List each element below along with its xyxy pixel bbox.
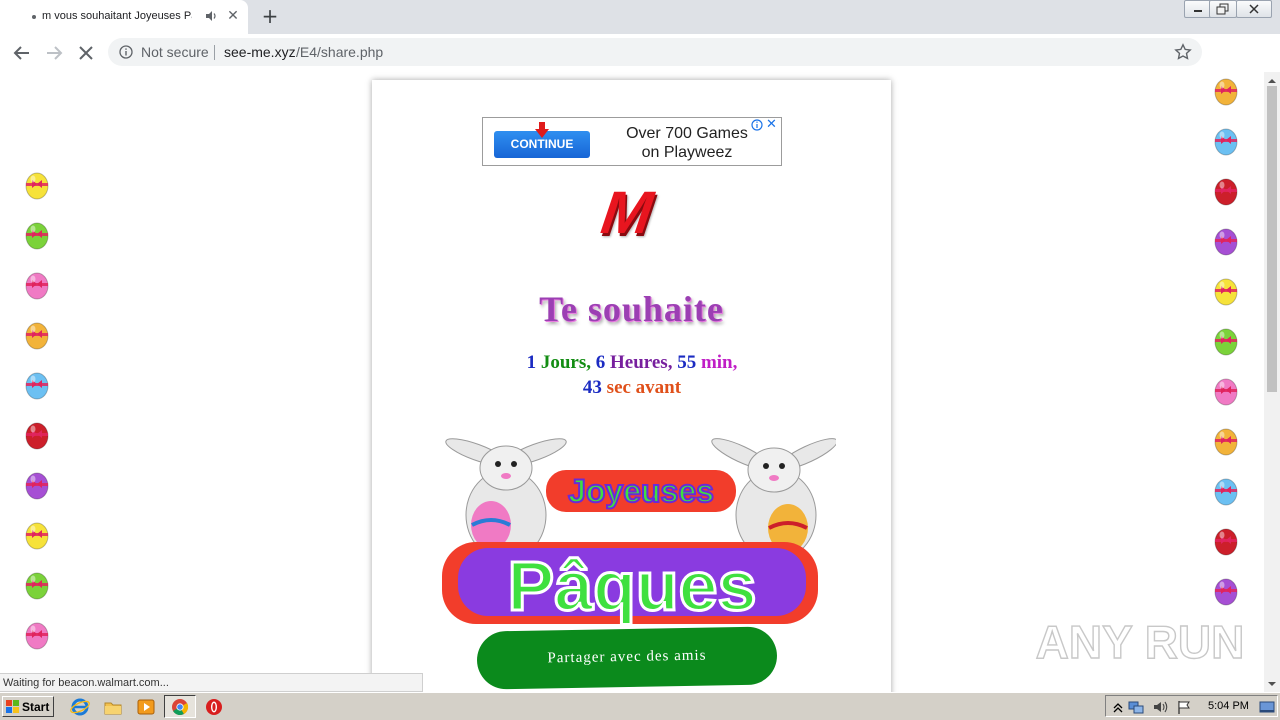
easter-egg-icon: [1214, 428, 1238, 456]
easter-egg-icon: [25, 172, 49, 200]
countdown-seconds-label: sec avant: [606, 377, 682, 398]
countdown-text: 1 Jours, 6 Heures, 55 min, 43 sec avant: [432, 350, 832, 400]
scroll-down-icon[interactable]: [1264, 678, 1280, 690]
windows-taskbar: Start 5:04 PM: [0, 692, 1280, 720]
divider: [214, 45, 215, 60]
easter-egg-icon: [1214, 228, 1238, 256]
easter-egg-icon: [25, 572, 49, 600]
ad-close-icon[interactable]: ✕: [766, 118, 777, 132]
easter-egg-icon: [25, 522, 49, 550]
address-bar[interactable]: Not secure see-me.xyz /E4/share.php: [108, 38, 1202, 66]
countdown-days-value: 1: [526, 352, 537, 373]
countdown-seconds-value: 43: [582, 377, 602, 398]
security-status[interactable]: Not secure: [141, 44, 209, 60]
page-viewport: CONTINUE Over 700 Games on Playweez ✕ M …: [0, 72, 1264, 692]
down-arrow-icon: [535, 122, 549, 138]
banner-joyeuses-text: Joyeuses: [568, 473, 714, 509]
easter-egg-icon: [25, 622, 49, 650]
start-label: Start: [22, 700, 50, 714]
easter-egg-icon: [1214, 528, 1238, 556]
new-tab-button[interactable]: +: [258, 5, 282, 29]
taskbar-clock[interactable]: 5:04 PM: [1208, 698, 1249, 714]
tab-title: m vous souhaitant Joyeuses Pâ: [42, 10, 192, 22]
back-arrow-icon[interactable]: [10, 42, 34, 64]
anyrun-watermark-icon: ANY RUN: [1035, 615, 1245, 668]
opera-icon[interactable]: [204, 697, 224, 717]
easter-egg-icon: [1214, 478, 1238, 506]
easter-egg-icon: [25, 222, 49, 250]
easter-egg-icon: [25, 472, 49, 500]
easter-egg-icon: [25, 272, 49, 300]
easter-egg-icon: [1214, 128, 1238, 156]
tab-close-icon[interactable]: ✕: [224, 7, 242, 25]
countdown-hours-label: Heures,: [610, 352, 673, 373]
wish-heading: Te souhaite: [539, 289, 724, 329]
easter-egg-icon: [25, 372, 49, 400]
sender-initial: M: [597, 179, 657, 246]
stop-loading-icon[interactable]: [74, 42, 98, 64]
show-hidden-icons-icon[interactable]: [1110, 699, 1126, 715]
easter-egg-icon: [1214, 78, 1238, 106]
ad-line-2: on Playweez: [641, 144, 733, 161]
action-center-flag-icon[interactable]: [1176, 699, 1192, 715]
browser-toolbar: Not secure see-me.xyz /E4/share.php: [0, 34, 1280, 96]
scrollbar-thumb[interactable]: [1267, 86, 1277, 392]
loading-indicator-icon: [32, 15, 36, 19]
countdown-days-label: Jours,: [540, 352, 591, 373]
countdown-hours-value: 6: [595, 352, 606, 373]
file-explorer-icon[interactable]: [103, 697, 123, 717]
greeting-card: CONTINUE Over 700 Games on Playweez ✕ M …: [372, 80, 891, 692]
speaker-icon[interactable]: [204, 9, 218, 23]
anyrun-watermark-text: ANY RUN: [1036, 616, 1245, 668]
easter-bunny-banner: Joyeuses Pâques: [442, 438, 836, 627]
window-close-button[interactable]: [1236, 0, 1272, 18]
taskbar-chrome-active[interactable]: [164, 695, 196, 718]
bookmark-star-icon[interactable]: [1174, 43, 1192, 61]
easter-egg-icon: [1214, 178, 1238, 206]
easter-egg-icon: [1214, 378, 1238, 406]
easter-egg-icon: [1214, 278, 1238, 306]
status-bubble: Waiting for beacon.walmart.com...: [0, 673, 423, 692]
network-icon[interactable]: [1128, 699, 1144, 715]
close-icon: [1249, 4, 1259, 14]
start-button[interactable]: Start: [2, 696, 54, 717]
ad-banner[interactable]: CONTINUE Over 700 Games on Playweez ✕: [482, 117, 782, 166]
info-icon[interactable]: [119, 45, 133, 59]
volume-icon[interactable]: [1152, 699, 1168, 715]
window-minimize-button[interactable]: [1184, 0, 1212, 18]
ad-text[interactable]: Over 700 Games on Playweez: [607, 124, 767, 162]
url-host[interactable]: see-me.xyz: [224, 44, 296, 60]
chrome-icon: [172, 699, 189, 715]
easter-egg-icon: [1214, 578, 1238, 606]
tab-strip: m vous souhaitant Joyeuses Pâ ✕ +: [0, 0, 1280, 34]
media-player-icon[interactable]: [136, 697, 156, 717]
forward-arrow-icon[interactable]: [42, 42, 66, 64]
tab-active[interactable]: m vous souhaitant Joyeuses Pâ ✕: [0, 0, 248, 34]
countdown-minutes-value: 55: [677, 352, 697, 373]
windows-logo-icon: [6, 700, 19, 713]
url-path[interactable]: /E4/share.php: [296, 44, 383, 60]
vertical-scrollbar[interactable]: [1264, 72, 1280, 692]
system-tray: 5:04 PM: [1105, 695, 1278, 717]
countdown-minutes-label: min,: [700, 352, 738, 373]
banner-paques-text: Pâques: [508, 547, 757, 625]
window-restore-button[interactable]: [1209, 0, 1237, 18]
internet-explorer-icon[interactable]: [70, 697, 90, 717]
share-with-friends-button[interactable]: Partager avec des amis: [476, 626, 778, 690]
show-desktop-icon[interactable]: [1259, 699, 1275, 715]
easter-egg-icon: [25, 322, 49, 350]
easter-egg-icon: [1214, 328, 1238, 356]
ad-line-1: Over 700 Games: [626, 125, 748, 142]
easter-egg-icon: [25, 422, 49, 450]
ad-info-icon[interactable]: [751, 119, 763, 131]
restore-icon: [1216, 3, 1229, 15]
minimize-icon: [1194, 10, 1202, 12]
